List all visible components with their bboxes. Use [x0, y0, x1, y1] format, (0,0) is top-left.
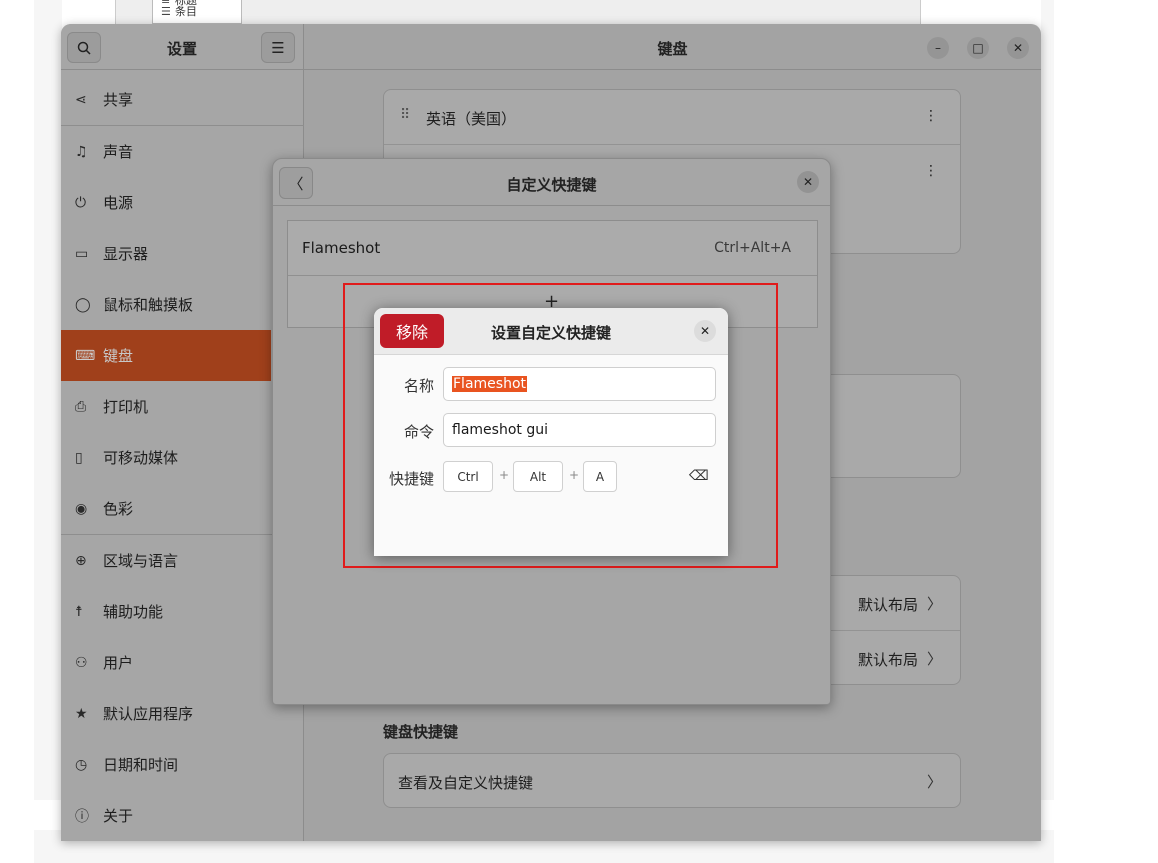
- clock-icon: ◷: [75, 756, 88, 773]
- shortcut-label: 快捷键: [388, 470, 434, 488]
- command-field[interactable]: flameshot gui: [443, 413, 716, 447]
- sidebar-item-about[interactable]: ⓘ 关于: [61, 790, 304, 841]
- power-icon: ⏻: [75, 194, 87, 211]
- name-label: 名称: [403, 377, 434, 395]
- close-dialog-button[interactable]: ✕: [797, 171, 819, 193]
- dialog-title: 自定义快捷键: [506, 176, 597, 194]
- chevron-right-icon: 〉: [926, 595, 942, 613]
- sidebar-item-users[interactable]: ⚇ 用户: [61, 637, 304, 688]
- mouse-icon: ◯: [75, 296, 91, 313]
- hamburger-icon: ☰: [271, 38, 285, 57]
- globe-icon: ⊕: [75, 552, 87, 569]
- share-icon: ⋖: [75, 91, 87, 108]
- shortcuts-heading: 键盘快捷键: [383, 723, 459, 741]
- color-icon: ◉: [75, 500, 88, 517]
- close-dialog-button[interactable]: ✕: [694, 320, 716, 342]
- key-ctrl: Ctrl: [443, 461, 493, 492]
- close-icon: ✕: [802, 175, 814, 189]
- sidebar-item-color[interactable]: ◉ 色彩: [61, 483, 304, 534]
- display-icon: ▭: [75, 245, 89, 262]
- maximize-button[interactable]: □: [967, 37, 989, 59]
- shortcut-row[interactable]: Flameshot Ctrl+Alt+A: [288, 221, 817, 276]
- maximize-icon: □: [972, 41, 984, 55]
- key-separator: +: [569, 468, 580, 482]
- keyboard-icon: ⌨: [75, 347, 96, 364]
- menu-button[interactable]: ☰: [261, 32, 295, 63]
- command-label: 命令: [403, 423, 434, 441]
- key-separator: +: [499, 468, 510, 482]
- set-shortcut-dialog: 移除 设置自定义快捷键 ✕ 名称 Flameshot 命令 flameshot …: [374, 308, 728, 556]
- input-source-row[interactable]: ⠿ 英语（美国） ⋮: [384, 90, 960, 145]
- sidebar-header: 设置 ☰: [61, 24, 303, 70]
- backspace-icon[interactable]: ⌫: [689, 468, 709, 484]
- sidebar-item-keyboard[interactable]: ⌨ 键盘: [61, 330, 271, 381]
- list-icon: ☰: [161, 6, 171, 17]
- accessibility-icon: ☨: [75, 603, 83, 620]
- sidebar-item-mouse[interactable]: ◯ 鼠标和触摸板: [61, 279, 304, 330]
- sidebar-item-region[interactable]: ⊕ 区域与语言: [61, 535, 304, 586]
- sidebar-item-date-time[interactable]: ◷ 日期和时间: [61, 739, 304, 790]
- close-window-button[interactable]: ✕: [1007, 37, 1029, 59]
- close-icon: ✕: [1012, 41, 1024, 55]
- sidebar-item-power[interactable]: ⏻ 电源: [61, 177, 304, 228]
- background-panel-right: [1041, 0, 1054, 800]
- background-window: ≡标题 ☰条目: [115, 0, 921, 24]
- content-header: 键盘 – □ ✕: [304, 24, 1041, 70]
- view-shortcuts-row[interactable]: 查看及自定义快捷键 〉: [383, 753, 961, 808]
- drag-handle-icon[interactable]: ⠿: [400, 107, 410, 123]
- background-panel-left: [34, 0, 62, 800]
- name-field[interactable]: Flameshot: [443, 367, 716, 401]
- sidebar-item-printers[interactable]: ⎙ 打印机: [61, 381, 304, 432]
- star-icon: ★: [75, 705, 88, 722]
- close-icon: ✕: [699, 324, 711, 338]
- minimize-icon: –: [935, 41, 941, 55]
- info-icon: ⓘ: [75, 808, 89, 825]
- minimize-button[interactable]: –: [927, 37, 949, 59]
- dialog-header: 〈 自定义快捷键 ✕: [273, 159, 830, 206]
- sidebar-item-removable-media[interactable]: ▯ 可移动媒体: [61, 432, 304, 483]
- sidebar-item-default-apps[interactable]: ★ 默认应用程序: [61, 688, 304, 739]
- sidebar-item-sharing[interactable]: ⋖ 共享: [61, 74, 304, 125]
- removable-media-icon: ▯: [75, 449, 83, 466]
- sidebar-list: ⋖ 共享 ♫ 声音 ⏻ 电源 ▭ 显示器 ◯ 鼠标和触摸板 ⌨ 键盘 ⎙ 打印机 ▯ 可移动媒体…: [61, 74, 304, 841]
- background-menu: ≡标题 ☰条目: [152, 0, 242, 24]
- dialog-header: 移除 设置自定义快捷键 ✕: [374, 308, 728, 355]
- sidebar: 设置 ☰ ⋖ 共享 ♫ 声音 ⏻ 电源 ▭ 显示器 ◯ 鼠标和触摸板 ⌨ 键盘 ⎙ 打印机 ▯…: [61, 24, 304, 841]
- key-a: A: [583, 461, 617, 492]
- dialog-title: 设置自定义快捷键: [490, 324, 611, 342]
- key-alt: Alt: [513, 461, 563, 492]
- sidebar-item-display[interactable]: ▭ 显示器: [61, 228, 304, 279]
- chevron-right-icon: 〉: [926, 650, 942, 668]
- chevron-right-icon: 〉: [926, 773, 942, 791]
- more-options-icon[interactable]: ⋮: [924, 163, 938, 179]
- printer-icon: ⎙: [75, 398, 87, 415]
- sidebar-item-sound[interactable]: ♫ 声音: [61, 126, 304, 177]
- more-options-icon[interactable]: ⋮: [924, 108, 938, 124]
- user-icon: ⚇: [75, 654, 88, 671]
- sidebar-item-accessibility[interactable]: ☨ 辅助功能: [61, 586, 304, 637]
- music-note-icon: ♫: [75, 143, 88, 160]
